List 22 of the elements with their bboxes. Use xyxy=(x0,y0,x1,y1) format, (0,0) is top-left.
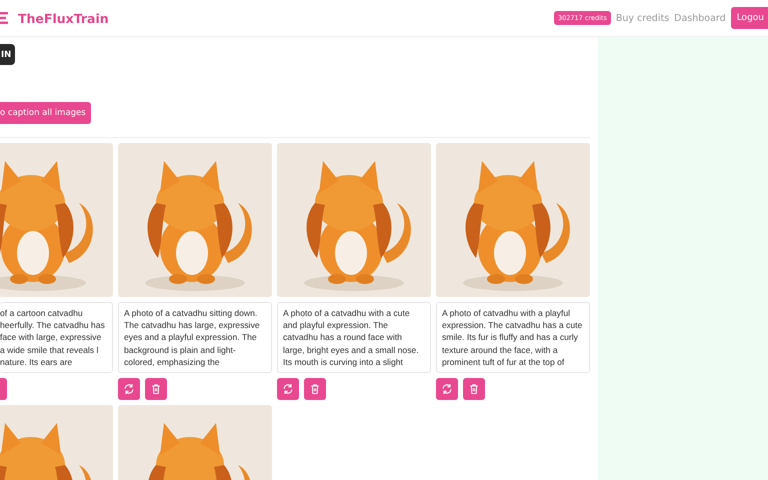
caption-text[interactable]: of a cartoon catvadhu heerfully. The catvadhu has face with large, expressive a wide smile that reveals l nature. Its ears are xyxy=(0,302,113,374)
refresh-icon xyxy=(282,383,294,396)
bars-icon xyxy=(0,12,8,24)
delete-button[interactable] xyxy=(463,378,485,400)
logout-button[interactable]: Logou xyxy=(730,7,768,29)
train-button[interactable]: IN xyxy=(0,44,16,65)
delete-button[interactable] xyxy=(145,378,167,400)
regenerate-button[interactable] xyxy=(277,378,299,400)
delete-button[interactable] xyxy=(304,378,326,400)
regenerate-button[interactable] xyxy=(436,378,458,400)
regenerate-button[interactable] xyxy=(118,378,140,400)
caption-text[interactable]: A photo of catvadhu with a playful expression. The catvadhu has a cute smile. Its fur is fluffy and has a curly texture around the face, with a prominent tuft of fur at the top of xyxy=(436,302,590,374)
brand-name[interactable]: TheFluxTrain xyxy=(18,10,109,26)
refresh-icon xyxy=(441,383,453,396)
caption-text[interactable]: A photo of a catvadhu with a cute and playful expression. The catvadhu has a round face with large, bright eyes and a small nose. Its mouth is curving into a slight xyxy=(277,302,431,374)
delete-button[interactable] xyxy=(0,378,7,400)
caption-text[interactable]: A photo of a catvadhu sitting down. The catvadhu has large, expressive eyes and a playful expression. The background is plain and light-colored, emphasizing the xyxy=(118,302,272,374)
trash-icon xyxy=(309,383,321,396)
caption-all-button[interactable]: o caption all images xyxy=(0,102,91,124)
trash-icon xyxy=(468,383,480,396)
trash-icon xyxy=(150,383,162,396)
refresh-icon xyxy=(123,383,135,396)
